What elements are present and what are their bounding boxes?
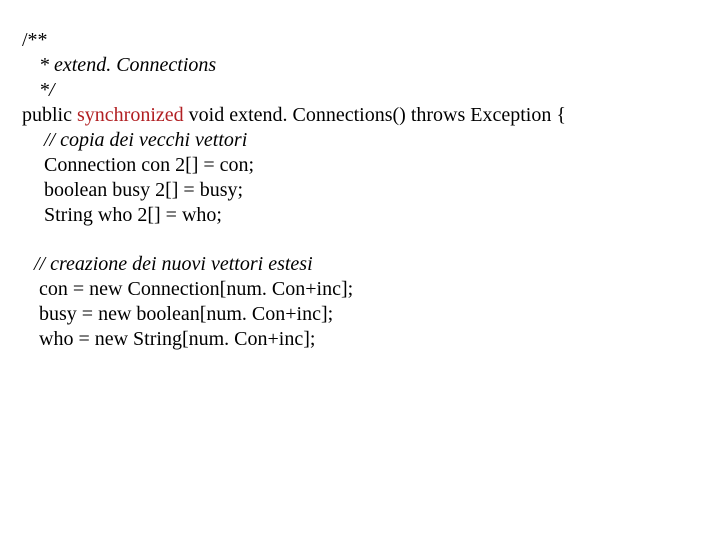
code-comment: */ <box>22 78 698 103</box>
code-line: public synchronized void extend. Connect… <box>22 103 698 128</box>
code-line: boolean busy 2[] = busy; <box>22 178 698 203</box>
code-line: String who 2[] = who; <box>22 203 698 228</box>
code-line: /** <box>22 28 698 53</box>
code-comment: // creazione dei nuovi vettori estesi <box>22 252 698 277</box>
code-line: con = new Connection[num. Con+inc]; <box>22 277 698 302</box>
code-block: /** * extend. Connections */ public sync… <box>0 0 720 380</box>
code-line: Connection con 2[] = con; <box>22 153 698 178</box>
blank-line <box>22 228 698 252</box>
code-line: who = new String[num. Con+inc]; <box>22 327 698 352</box>
keyword-synchronized: synchronized <box>77 104 184 126</box>
code-line: busy = new boolean[num. Con+inc]; <box>22 302 698 327</box>
code-text: void extend. Connections() throws Except… <box>184 104 566 126</box>
code-comment: // copia dei vecchi vettori <box>22 128 698 153</box>
code-comment: * extend. Connections <box>22 53 698 78</box>
code-text: public <box>22 104 77 126</box>
